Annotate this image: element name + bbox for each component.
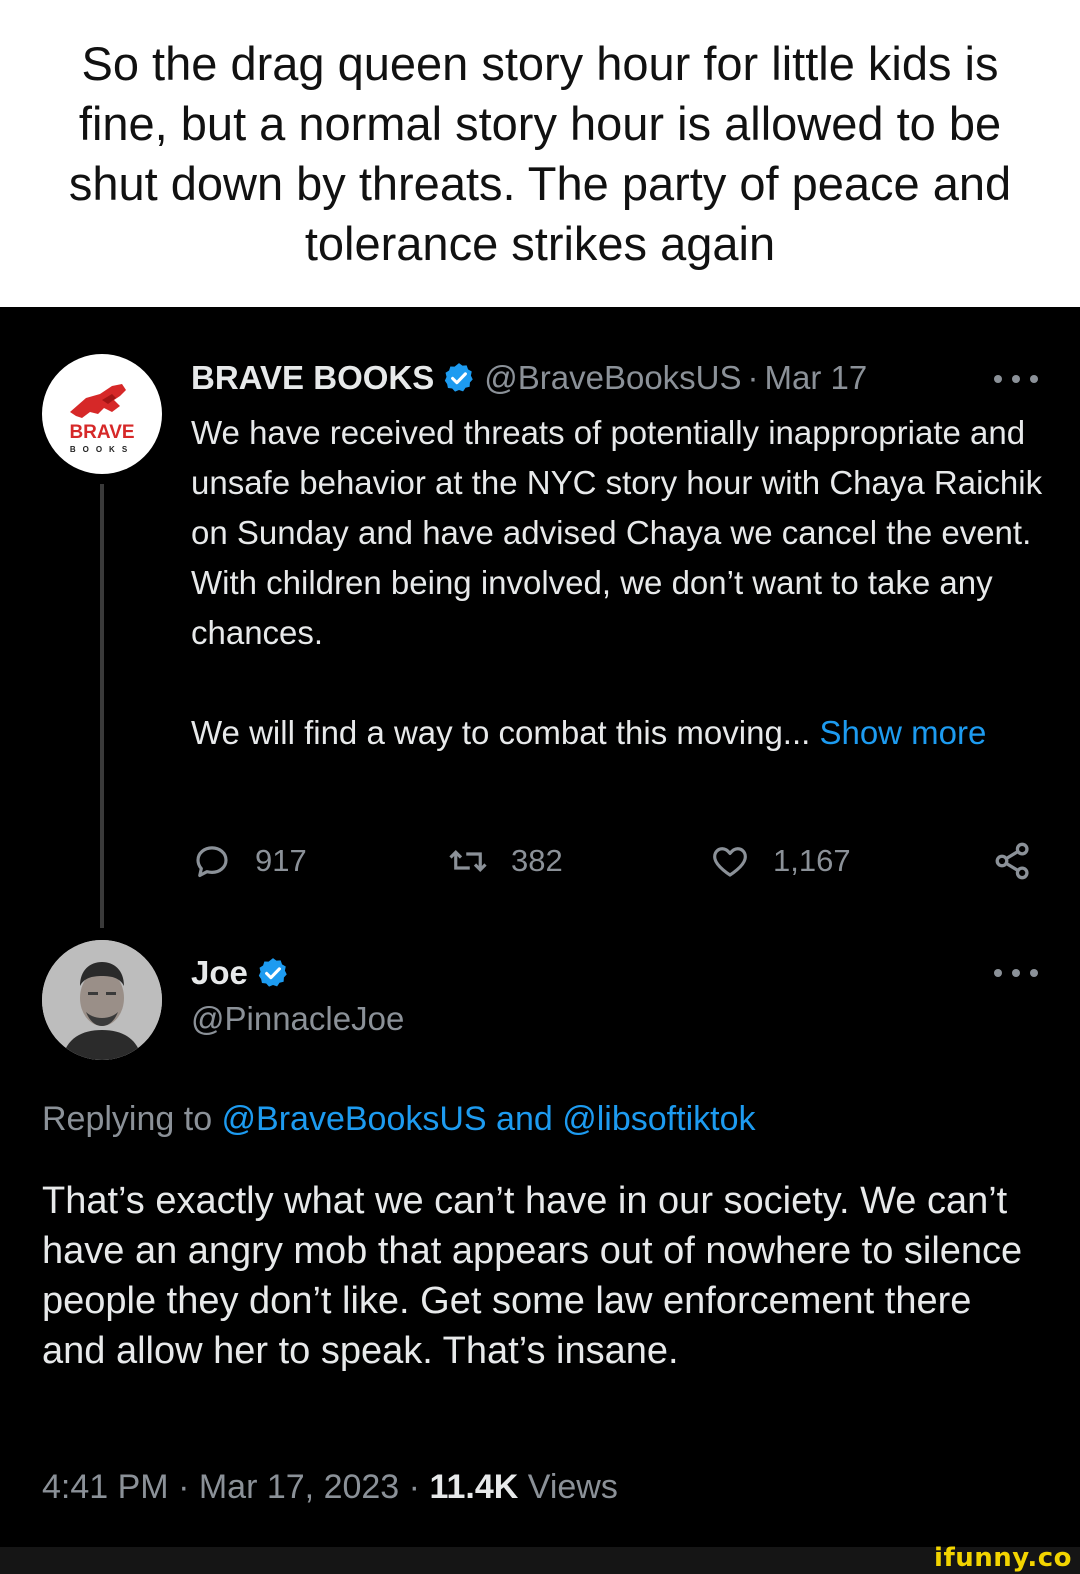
profile-photo	[42, 940, 162, 1060]
tweet-paragraph-1: We have received threats of potentially …	[191, 414, 1043, 651]
display-name[interactable]: BRAVE BOOKS	[191, 359, 434, 397]
joe-avatar[interactable]	[42, 940, 162, 1060]
more-icon[interactable]	[994, 966, 1038, 980]
brave-books-avatar[interactable]: BRAVE BOOKS	[42, 354, 162, 474]
replying-to-label: Replying to	[42, 1100, 222, 1138]
tweet-header: BRAVE BOOKS @BraveBooksUS · Mar 17	[191, 356, 867, 400]
share-button[interactable]	[991, 836, 1035, 886]
svg-text:BRAVE: BRAVE	[69, 422, 134, 443]
footer-bar	[0, 1547, 1080, 1574]
brave-books-logo: BRAVE BOOKS	[69, 384, 135, 454]
reply-icon	[196, 846, 228, 878]
more-icon[interactable]	[994, 372, 1038, 386]
replying-and: and	[486, 1100, 563, 1138]
tweet-full-date[interactable]: Mar 17, 2023	[199, 1468, 399, 1506]
tweet-time[interactable]: 4:41 PM	[42, 1468, 169, 1506]
reply-text: That’s exactly what we can’t have in our…	[42, 1180, 1023, 1372]
views-label: Views	[527, 1468, 618, 1506]
handle[interactable]: @BraveBooksUS	[484, 359, 741, 397]
like-icon	[713, 847, 747, 877]
tweet-actions: 917 382 1,167	[191, 836, 1041, 886]
reply-count: 917	[255, 843, 307, 878]
ifunny-watermark: ifunny.co	[934, 1543, 1072, 1573]
tweet-paragraph-2: We will find a way to combat this moving…	[191, 708, 1051, 758]
mention-libsoftiktok[interactable]: @libsoftiktok	[562, 1100, 755, 1138]
caption-text: So the drag queen story hour for little …	[68, 36, 1012, 270]
reply-handle[interactable]: @PinnacleJoe	[191, 1000, 404, 1038]
tweet-meta: 4:41 PM · Mar 17, 2023 · 11.4K Views	[42, 1468, 618, 1507]
replying-to: Replying to @BraveBooksUS and @libsoftik…	[42, 1100, 755, 1139]
verified-badge-icon	[256, 956, 290, 990]
svg-text:BOOKS: BOOKS	[70, 445, 134, 454]
like-count: 1,167	[773, 843, 851, 878]
meta-separator: ·	[178, 1468, 190, 1506]
mention-bravebooks[interactable]: @BraveBooksUS	[222, 1100, 487, 1138]
separator: ·	[747, 359, 759, 396]
tweet-date[interactable]: Mar 17	[765, 359, 868, 397]
retweet-count: 382	[511, 843, 563, 878]
verified-badge-icon	[442, 361, 476, 395]
thread-connector-line	[100, 484, 104, 928]
meta-separator: ·	[408, 1468, 420, 1506]
views-count: 11.4K	[429, 1468, 519, 1506]
tweet-text: We have received threats of potentially …	[191, 408, 1051, 758]
meme-caption: So the drag queen story hour for little …	[0, 0, 1080, 307]
reply-display-name[interactable]: Joe	[191, 954, 248, 992]
reply-button[interactable]: 917	[191, 836, 307, 886]
share-icon	[995, 842, 1029, 880]
reply-header: Joe	[191, 950, 298, 996]
tweet-truncated-text: We will find a way to combat this moving…	[191, 714, 820, 751]
retweet-icon	[449, 850, 487, 872]
show-more-link[interactable]: Show more	[819, 714, 986, 751]
like-button[interactable]: 1,167	[709, 836, 851, 886]
retweet-button[interactable]: 382	[447, 836, 563, 886]
